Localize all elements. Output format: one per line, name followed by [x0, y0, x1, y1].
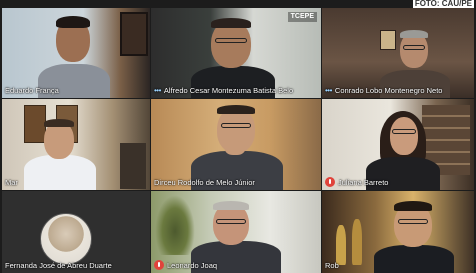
participant-tile-8[interactable]: Leonardo Joaq	[151, 191, 321, 273]
wall-painting	[24, 105, 46, 143]
participant-name: Alfredo Cesar Montezuma Batista Belo	[163, 86, 294, 95]
participant-name: Mar	[5, 178, 18, 187]
wall-painting	[120, 12, 148, 56]
participant-tile-5[interactable]: Dirceu Rodolfo de Melo Júnior	[151, 99, 321, 190]
decorative-statue	[352, 219, 362, 265]
participant-name-label: Dirceu Rodolfo de Melo Júnior	[154, 178, 255, 187]
participant-tile-4[interactable]: Mar	[2, 99, 150, 190]
tcepe-logo: TCEPE	[287, 12, 317, 22]
participant-name: Juliana Barreto	[338, 177, 389, 187]
participant-name: Eduardo França	[5, 86, 59, 95]
participant-name-label: ••• Alfredo Cesar Montezuma Batista Belo	[154, 86, 293, 95]
mic-muted-icon	[154, 260, 164, 270]
participant-name-label: ••• Conrado Lobo Montenegro Neto	[325, 86, 442, 95]
participant-tile-2[interactable]: TCEPE ••• Alfredo Cesar Montezuma Batist…	[151, 8, 321, 98]
participant-tile-3[interactable]: ••• Conrado Lobo Montenegro Neto	[322, 8, 474, 98]
participant-name-label: Fernanda José de Abreu Duarte	[5, 261, 112, 270]
guitar-shelf	[120, 143, 146, 189]
participant-tile-1[interactable]: Eduardo França	[2, 8, 150, 98]
options-icon[interactable]: •••	[154, 86, 161, 95]
decorative-statue	[336, 225, 346, 265]
mic-muted-icon	[325, 177, 335, 187]
avatar	[40, 213, 92, 265]
wall-painting	[380, 30, 396, 50]
participant-tile-9[interactable]: Rob	[322, 191, 474, 273]
participant-name: Conrado Lobo Montenegro Neto	[334, 86, 443, 95]
options-icon[interactable]: •••	[325, 86, 332, 95]
participant-name-label: Eduardo França	[5, 86, 59, 95]
participant-name: Fernanda José de Abreu Duarte	[5, 261, 112, 270]
participant-name: Rob	[325, 261, 339, 270]
participant-name-label: Rob	[325, 261, 339, 270]
participant-name: Leonardo Joaq	[167, 260, 218, 270]
participant-name-label: Mar	[5, 178, 18, 187]
participant-name: Dirceu Rodolfo de Melo Júnior	[154, 178, 255, 187]
plant	[155, 195, 195, 255]
participant-tile-7[interactable]: Fernanda José de Abreu Duarte	[2, 191, 150, 273]
participant-tile-6[interactable]: Juliana Barreto	[322, 99, 474, 190]
photo-credit: FOTO: CAU/PE	[412, 0, 474, 8]
participant-name-label: Leonardo Joaq	[154, 260, 217, 270]
participant-name-label: Juliana Barreto	[325, 177, 388, 187]
